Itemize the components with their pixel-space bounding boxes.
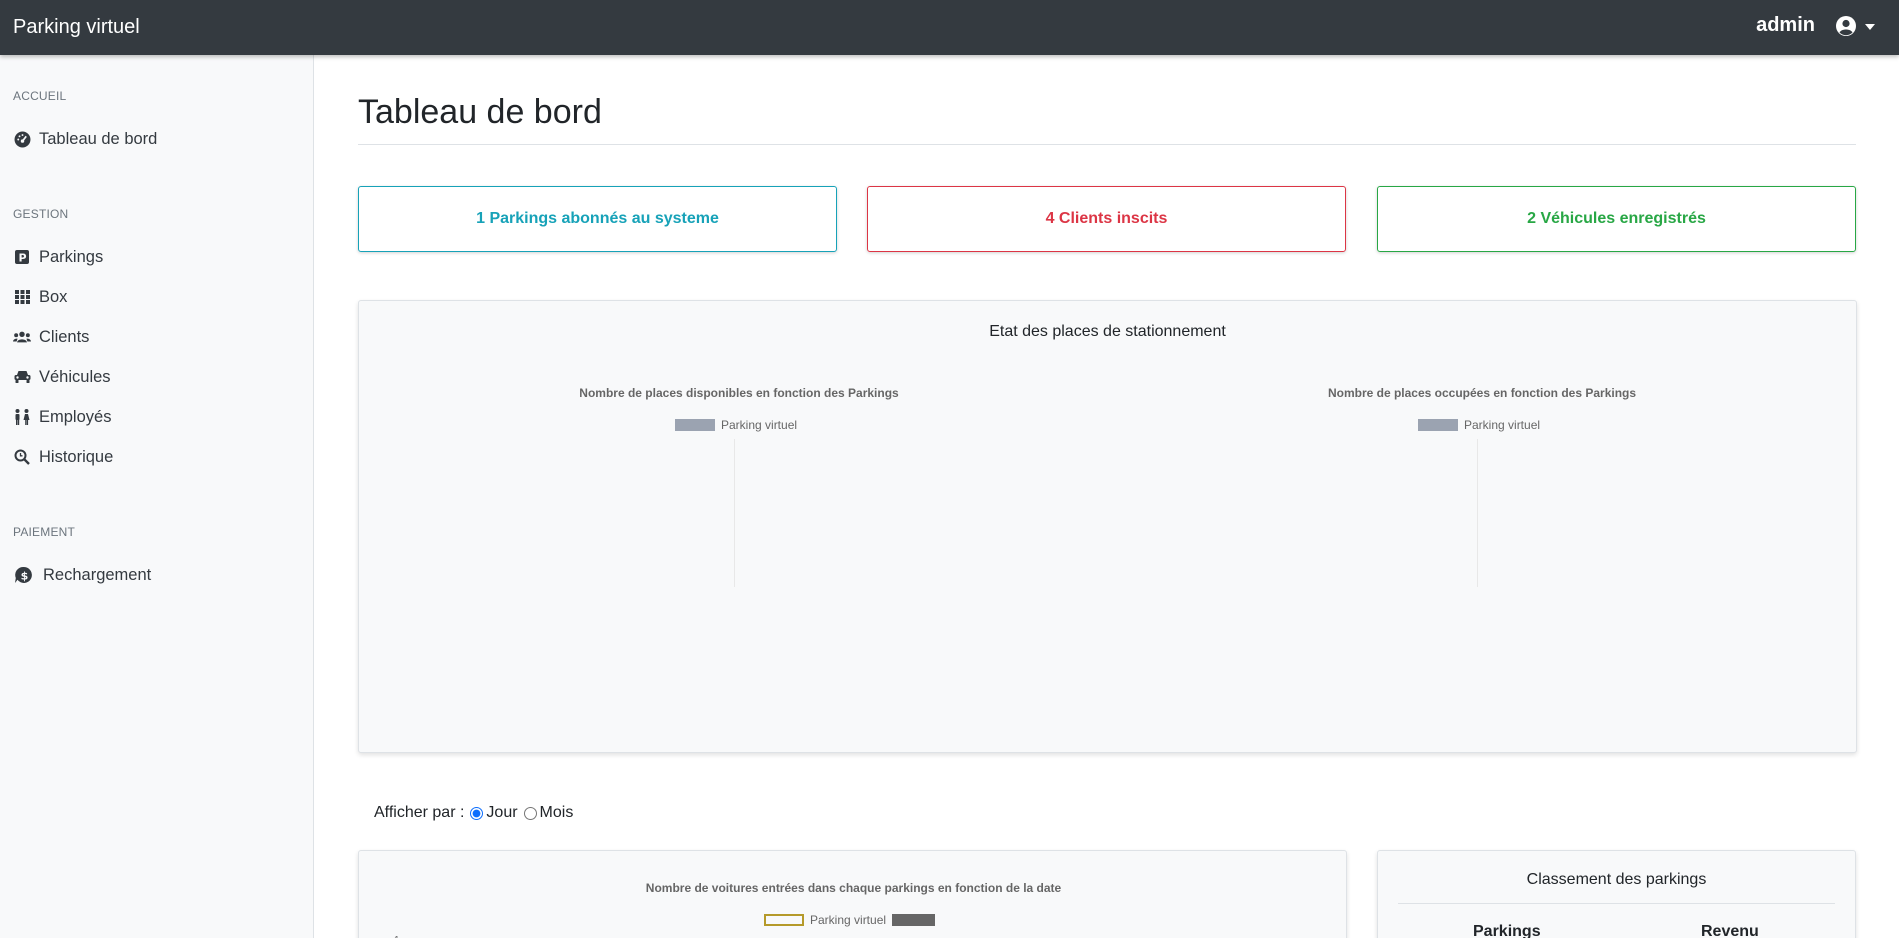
sidebar-item-box[interactable]: Box [13,283,67,311]
radio-jour[interactable] [470,806,484,820]
search-history-icon [13,448,31,466]
sidebar-item-employes[interactable]: Employés [13,403,111,431]
top-navbar: Parking virtuel admin [0,0,1899,55]
sidebar-item-label: Tableau de bord [39,129,158,148]
available-places-chart-axis [734,439,735,587]
sidebar-item-label: Clients [39,327,90,346]
stat-card-clients: 4 Clients inscits [867,186,1346,252]
sidebar-item-tableau-de-bord[interactable]: Tableau de bord [13,125,157,153]
sidebar-heading-gestion: GESTION [13,207,69,221]
sidebar-item-rechargement[interactable]: $ Rechargement [13,561,151,589]
occupied-places-chart-title: Nombre de places occupées en fonction de… [1327,386,1637,400]
car-entries-chart-legend[interactable]: Parking virtuel [764,913,936,927]
tachometer-icon [13,130,31,148]
sidebar-item-parkings[interactable]: P Parkings [13,243,103,271]
user-menu-toggle[interactable] [1835,13,1877,39]
panel-title: Classement des parkings [1526,871,1707,888]
users-icon [13,328,31,346]
panel-title: Etat des places de stationnement [989,323,1226,340]
brand-title[interactable]: Parking virtuel [13,16,140,39]
sidebar-item-label: Historique [39,447,114,466]
radio-label: Mois [539,804,574,821]
legend-label: Parking virtuel [810,913,887,927]
chevron-down-icon [1865,24,1875,30]
sidebar-item-historique[interactable]: Historique [13,443,113,471]
car-entries-chart-title: Nombre de voitures entrées dans chaque p… [645,881,1062,895]
sidebar-heading-accueil: ACCUEIL [13,89,67,103]
sidebar-heading-paiement: PAIEMENT [13,525,76,539]
legend-swatch [764,914,804,926]
user-circle-icon [1836,16,1856,36]
sidebar-item-label: Véhicules [39,367,111,386]
occupied-places-chart-legend[interactable]: Parking virtuel [1418,418,1540,432]
stat-card-vehicules: 2 Véhicules enregistrés [1377,186,1856,252]
legend-label: Parking virtuel [721,418,798,432]
filter-option-jour[interactable]: Jour [470,804,518,822]
car-entries-panel: Nombre de voitures entrées dans chaque p… [358,850,1347,938]
sidebar-item-label: Box [39,287,68,306]
column-header-revenu: Revenu [1701,923,1759,938]
filter-label: Afficher par : [374,804,465,821]
grid-icon [13,288,31,306]
sidebar-item-clients[interactable]: Clients [13,323,89,351]
car-icon [13,368,31,386]
sidebar-item-vehicules[interactable]: Véhicules [13,363,111,391]
legend-swatch-dark [892,914,936,926]
places-status-panel: Etat des places de stationnement Nombre … [358,300,1857,753]
filter-option-mois[interactable]: Mois [523,804,574,822]
radio-label: Jour [486,804,518,821]
occupied-places-chart-axis [1477,439,1478,587]
available-places-chart-legend[interactable]: Parking virtuel [675,418,797,432]
svg-text:$: $ [21,569,29,582]
employees-icon [13,408,31,426]
ranking-divider [1398,903,1835,904]
main-content: Tableau de bord 1 Parkings abonnés au sy… [315,55,1899,938]
dollar-circle-icon: $ [13,566,35,584]
sidebar-item-label: Parkings [39,247,104,266]
svg-text:P: P [19,252,27,265]
parking-ranking-panel: Classement des parkings Parkings Revenu [1377,850,1856,938]
stat-card-parkings: 1 Parkings abonnés au systeme [358,186,837,252]
sidebar-item-label: Employés [39,407,112,426]
username-label: admin [1756,14,1815,36]
parking-icon: P [13,248,31,266]
page-title: Tableau de bord [358,93,602,131]
sidebar: ACCUEIL Tableau de bord GESTION P Parkin… [0,55,314,938]
legend-swatch [1418,419,1458,431]
radio-mois[interactable] [523,806,537,820]
legend-swatch [675,419,715,431]
title-divider [358,144,1856,145]
sidebar-item-label: Rechargement [43,565,152,584]
available-places-chart-title: Nombre de places disponibles en fonction… [579,386,899,400]
legend-label: Parking virtuel [1464,418,1541,432]
column-header-parkings: Parkings [1473,923,1541,938]
display-by-filter: Afficher par : Jour Mois [374,804,573,822]
